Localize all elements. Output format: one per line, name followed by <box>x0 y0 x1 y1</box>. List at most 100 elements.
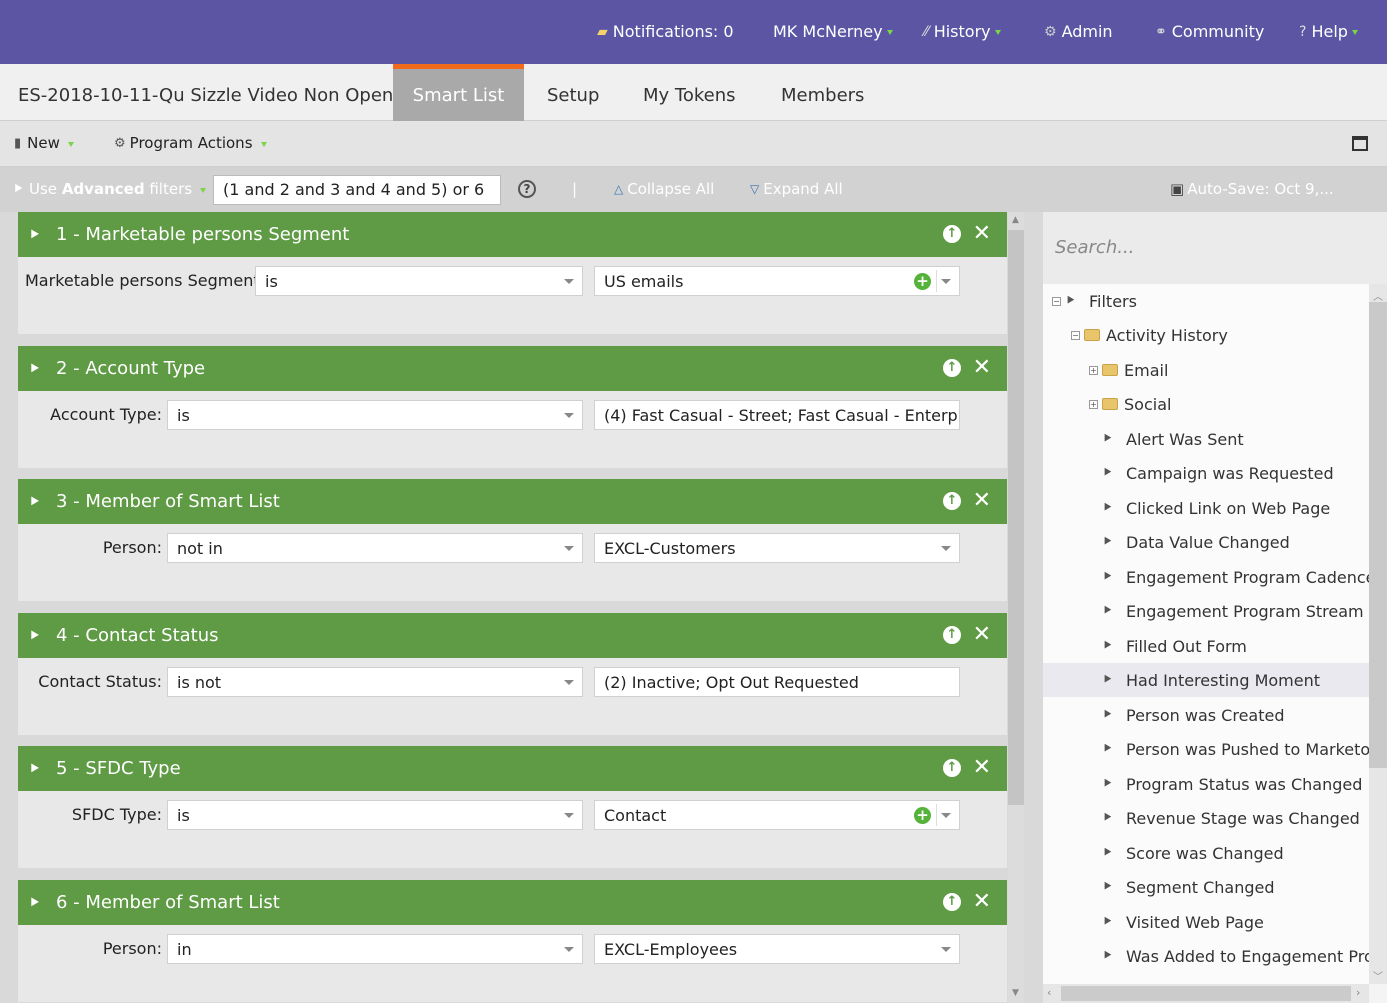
tree-item[interactable]: ⯈ Filled Out Form <box>1102 629 1247 663</box>
expand-icon[interactable]: + <box>1089 399 1098 409</box>
tab-smart-list[interactable]: Smart List <box>393 64 524 121</box>
tree-label: Revenue Stage was Changed <box>1126 808 1360 828</box>
filter-header[interactable]: ⯈ 4 - Contact Status ↑ ✕ <box>18 613 1007 658</box>
close-icon[interactable]: ✕ <box>973 622 991 647</box>
history-menu[interactable]: ⁄⁄ History <box>924 22 1001 41</box>
scrollbar-thumb[interactable] <box>1369 302 1387 768</box>
tree-item[interactable]: ⯈ Visited Web Page <box>1102 905 1264 939</box>
filter-logic-input[interactable]: (1 and 2 and 3 and 4 and 5) or 6 <box>213 175 501 205</box>
user-name: MK McNerney <box>773 22 883 41</box>
new-button[interactable]: ▮ New <box>14 134 74 152</box>
close-icon[interactable]: ✕ <box>973 355 991 380</box>
tree-node-email[interactable]: + Email <box>1089 353 1168 387</box>
tree-node-social[interactable]: + Social <box>1089 387 1171 421</box>
tab-setup[interactable]: Setup <box>547 64 599 121</box>
add-icon[interactable]: + <box>914 807 931 824</box>
tree-item[interactable]: ⯈ Revenue Stage was Changed <box>1102 801 1360 835</box>
autosave-label: Auto-Save: Oct 9,... <box>1187 180 1334 198</box>
tab-members[interactable]: Members <box>781 64 864 121</box>
program-actions-button[interactable]: ⚙ Program Actions <box>114 134 267 152</box>
community-link[interactable]: ⚭ Community <box>1155 22 1264 41</box>
scroll-down-icon[interactable]: ▼ <box>1012 988 1019 998</box>
chevron-down-icon <box>200 187 207 193</box>
move-up-icon[interactable]: ↑ <box>943 626 961 644</box>
tree-item[interactable]: ⯈ Clicked Link on Web Page <box>1102 491 1330 525</box>
filter-label: Contact Status: <box>38 672 162 691</box>
add-icon[interactable]: + <box>914 273 931 290</box>
operator-select[interactable]: is <box>167 800 583 830</box>
tree-item[interactable]: ⯈ Was Added to Engagement Program <box>1102 939 1369 973</box>
filter-header[interactable]: ⯈ 2 - Account Type ↑ ✕ <box>18 346 1007 391</box>
help-icon: ? <box>1299 23 1307 40</box>
tree-item[interactable]: ⯈ Engagement Program Cadence Changed <box>1102 560 1369 594</box>
collapse-all-label: Collapse All <box>627 180 715 198</box>
chevron-down-icon <box>260 141 267 147</box>
move-up-icon[interactable]: ↑ <box>943 492 961 510</box>
expand-all-label: Expand All <box>763 180 843 198</box>
expand-icon[interactable]: + <box>1089 365 1098 375</box>
collapse-icon[interactable]: − <box>1071 330 1080 340</box>
move-up-icon[interactable]: ↑ <box>943 893 961 911</box>
tree-item[interactable]: ⯈ Engagement Program Stream Changed <box>1102 594 1369 628</box>
maximize-icon[interactable] <box>1352 136 1368 151</box>
advanced-filters-menu[interactable]: ⯈ Use Advanced filters <box>12 180 207 198</box>
scrollbar-thumb[interactable] <box>1008 230 1024 805</box>
tree-item[interactable]: ⯈ Person was Pushed to Marketo <box>1102 732 1369 766</box>
notification-icon: ▰ <box>597 23 608 40</box>
scroll-down-icon[interactable]: ﹀ <box>1373 968 1383 983</box>
value-select[interactable]: EXCL-Customers <box>594 533 960 563</box>
scroll-right-icon[interactable]: › <box>1356 986 1360 999</box>
value-text: EXCL-Employees <box>604 940 738 959</box>
value-input[interactable]: (4) Fast Casual - Street; Fast Casual - … <box>594 400 960 430</box>
scroll-up-icon[interactable]: ▲ <box>1012 215 1019 225</box>
tree-item[interactable]: ⯈ Person was Created <box>1102 698 1284 732</box>
operator-value: is <box>177 806 190 825</box>
value-select[interactable]: US emails + <box>594 266 960 296</box>
operator-select[interactable]: is <box>167 400 583 430</box>
tree-node-activity-history[interactable]: − Activity History <box>1071 318 1228 352</box>
filter-header[interactable]: ⯈ 5 - SFDC Type ↑ ✕ <box>18 746 1007 791</box>
filter-icon: ⯈ <box>12 180 25 198</box>
notifications-link[interactable]: ▰ Notifications: 0 <box>597 22 734 41</box>
tree-item[interactable]: ⯈ Program Status was Changed <box>1102 767 1362 801</box>
move-up-icon[interactable]: ↑ <box>943 359 961 377</box>
search-input[interactable]: Search... <box>1043 212 1387 284</box>
collapse-icon[interactable]: − <box>1052 296 1061 306</box>
tree-item[interactable]: ⯈ Campaign was Requested <box>1102 456 1334 490</box>
close-icon[interactable]: ✕ <box>973 755 991 780</box>
close-icon[interactable]: ✕ <box>973 488 991 513</box>
value-select[interactable]: EXCL-Employees <box>594 934 960 964</box>
operator-select[interactable]: is not <box>167 667 583 697</box>
help-icon[interactable]: ? <box>518 180 536 198</box>
collapse-all-button[interactable]: △ Collapse All <box>614 180 714 198</box>
tree-item[interactable]: ⯈ Alert Was Sent <box>1102 422 1244 456</box>
operator-select[interactable]: is <box>255 266 583 296</box>
move-up-icon[interactable]: ↑ <box>943 225 961 243</box>
scroll-left-icon[interactable]: ‹ <box>1047 986 1051 999</box>
tree-item[interactable]: ⯈ Segment Changed <box>1102 870 1275 904</box>
filter-header[interactable]: ⯈ 3 - Member of Smart List ↑ ✕ <box>18 479 1007 524</box>
value-input[interactable]: (2) Inactive; Opt Out Requested <box>594 667 960 697</box>
tree-item-highlighted[interactable]: ⯈ Had Interesting Moment <box>1043 663 1369 697</box>
help-menu[interactable]: ? Help <box>1299 22 1358 41</box>
user-menu[interactable]: MK McNerney <box>773 22 893 41</box>
close-icon[interactable]: ✕ <box>973 889 991 914</box>
expand-all-button[interactable]: ▽ Expand All <box>750 180 843 198</box>
tree-item[interactable]: ⯈ Data Value Changed <box>1102 525 1290 559</box>
scrollbar-thumb[interactable] <box>1061 986 1351 1001</box>
move-up-icon[interactable]: ↑ <box>943 759 961 777</box>
filter-header[interactable]: ⯈ 6 - Member of Smart List ↑ ✕ <box>18 880 1007 925</box>
operator-select[interactable]: not in <box>167 533 583 563</box>
filter-icon: ⯈ <box>1102 845 1114 861</box>
value-select[interactable]: Contact + <box>594 800 960 830</box>
close-icon[interactable]: ✕ <box>973 221 991 246</box>
tree-item[interactable]: ⯈ Score was Changed <box>1102 836 1284 870</box>
filter-icon: ⯈ <box>1102 914 1114 930</box>
tab-my-tokens[interactable]: My Tokens <box>643 64 736 121</box>
scroll-up-icon[interactable]: ︿ <box>1373 288 1383 303</box>
filter-header[interactable]: ⯈ 1 - Marketable persons Segment ↑ ✕ <box>18 212 1007 257</box>
operator-select[interactable]: in <box>167 934 583 964</box>
chevron-down-icon <box>994 30 1001 35</box>
admin-link[interactable]: ⚙ Admin <box>1044 22 1113 41</box>
tree-node-filters[interactable]: − ⯈ Filters <box>1052 284 1137 318</box>
